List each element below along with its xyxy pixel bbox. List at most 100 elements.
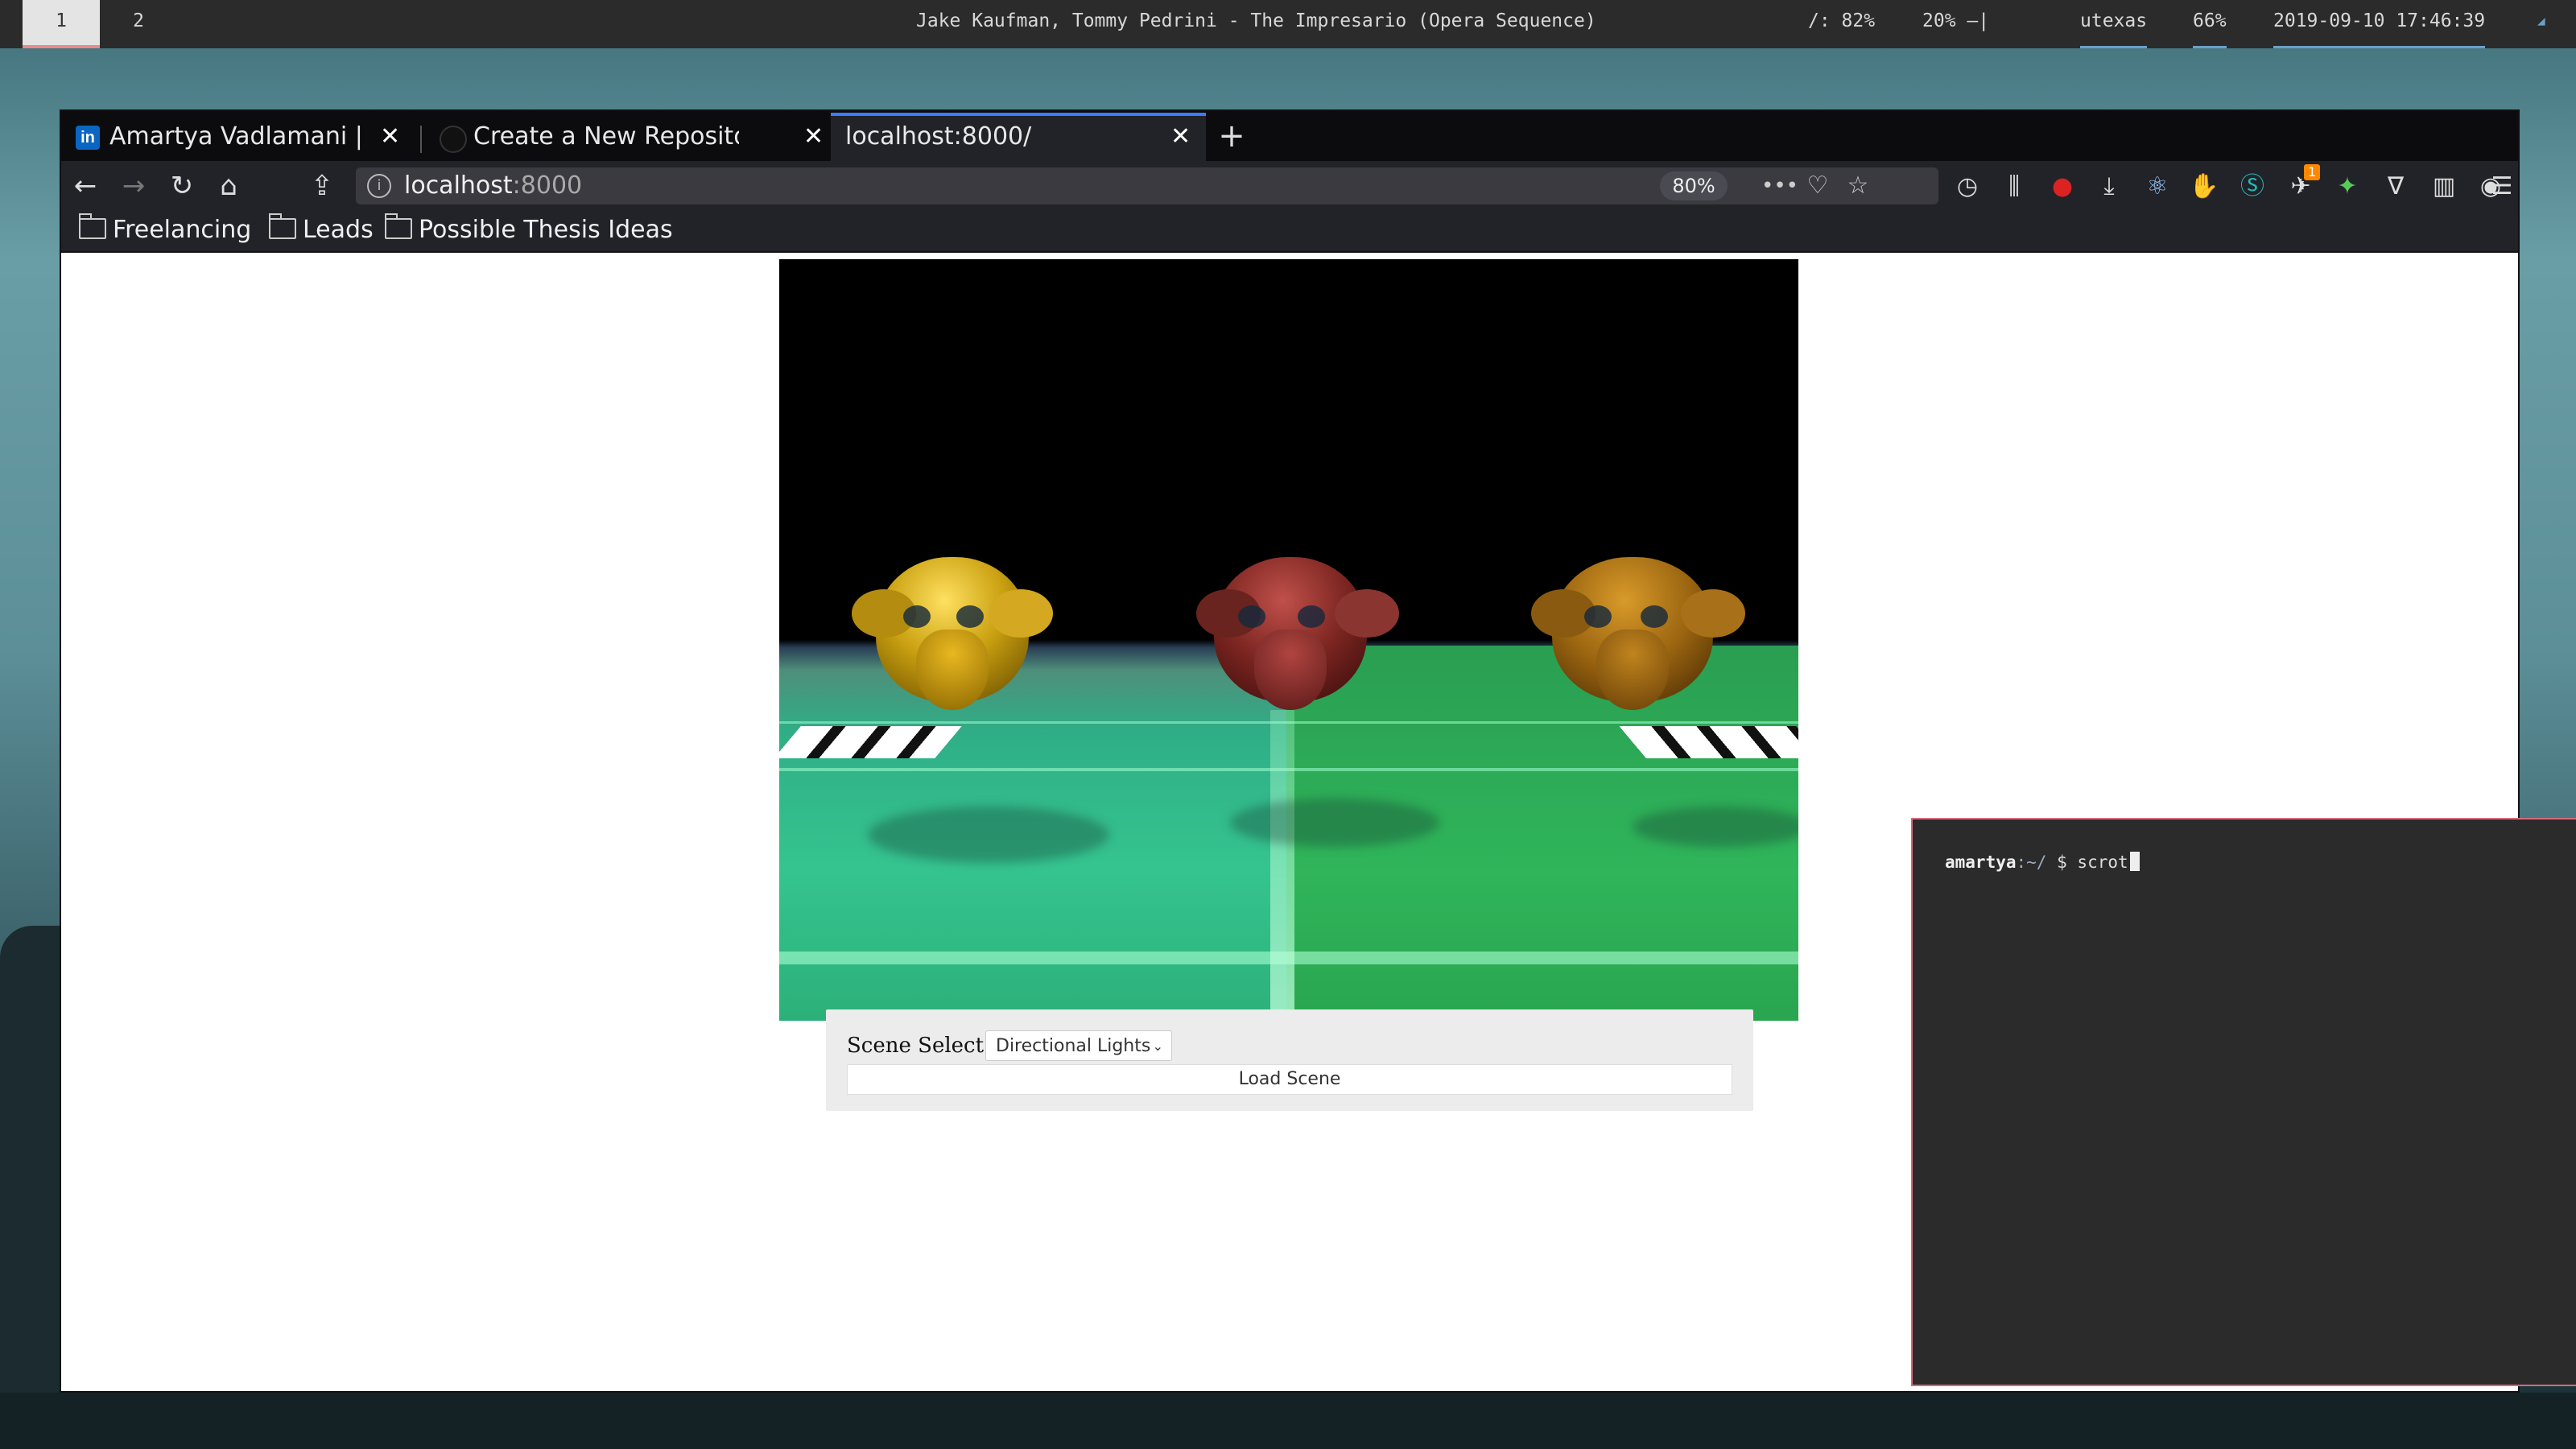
badge-ext-icon[interactable]: ✈ 1 bbox=[2283, 164, 2321, 204]
desktop-treeline bbox=[0, 1393, 2576, 1449]
gnome-icon[interactable]: ✋ bbox=[2186, 169, 2222, 204]
disk-usage: /: 82% bbox=[1808, 10, 1876, 31]
new-tab-button[interactable]: + bbox=[1212, 116, 1251, 158]
bookmark-freelancing[interactable]: Freelancing bbox=[79, 213, 252, 246]
tab-label: Amartya Vadlamani | LinkedIn bbox=[109, 122, 367, 151]
scene-select-label: Scene Select bbox=[847, 1034, 985, 1058]
extension-badge: 1 bbox=[2304, 164, 2321, 180]
monkey-shadow bbox=[1230, 799, 1439, 847]
navigation-toolbar: ← → ↻ ⌂ ⇪ i localhost:8000 80% ••• ♡ ☆ ◷… bbox=[61, 161, 2518, 211]
tab-divider bbox=[420, 126, 422, 153]
monkey-eye bbox=[1641, 605, 1668, 628]
floor-plaque bbox=[1619, 726, 1798, 758]
github-icon bbox=[440, 126, 467, 153]
battery-label: 66% bbox=[2193, 10, 2227, 31]
tab-label: localhost:8000/ bbox=[845, 122, 1032, 151]
pocket-icon[interactable]: ♡ bbox=[1802, 167, 1834, 204]
terminal-prompt-symbol: $ bbox=[2057, 852, 2067, 872]
monkey-eye bbox=[1584, 605, 1612, 628]
tab-linkedin[interactable]: in Amartya Vadlamani | LinkedIn ✕ bbox=[61, 116, 415, 161]
monkey-eye bbox=[956, 605, 984, 628]
terminal-cursor bbox=[2129, 852, 2140, 871]
folder-icon bbox=[385, 213, 412, 239]
scene-select-dropdown[interactable]: Directional Lights ⌄ bbox=[985, 1030, 1172, 1061]
monkey-eye bbox=[1298, 605, 1325, 628]
battery-status: 66% bbox=[2193, 0, 2227, 48]
bookmark-thesis-ideas[interactable]: Possible Thesis Ideas bbox=[385, 213, 673, 246]
sidebar-icon[interactable]: ⇪ bbox=[303, 167, 341, 204]
clock: 2019-09-10 17:46:39 bbox=[2273, 0, 2486, 48]
scene-select-value: Directional Lights bbox=[996, 1036, 1151, 1056]
more-icon[interactable]: ••• bbox=[1761, 167, 1798, 204]
monkey-eye bbox=[1238, 605, 1265, 628]
close-icon[interactable]: ✕ bbox=[380, 116, 400, 158]
gold-monkey-model bbox=[852, 557, 1053, 710]
menu-icon[interactable]: ☰ bbox=[2484, 169, 2520, 204]
close-icon[interactable]: ✕ bbox=[803, 116, 824, 158]
wifi-label: utexas bbox=[2080, 10, 2148, 31]
red-monkey-model bbox=[1196, 557, 1399, 710]
now-playing: Jake Kaufman, Tommy Pedrini - The Impres… bbox=[916, 10, 1596, 31]
desktop-mountain bbox=[0, 926, 64, 1449]
s-icon[interactable]: Ⓢ bbox=[2235, 169, 2270, 204]
react-icon[interactable]: ⚛ bbox=[2140, 169, 2175, 204]
load-scene-button[interactable]: Load Scene bbox=[847, 1064, 1732, 1095]
fox-icon[interactable]: ✦ bbox=[2330, 169, 2365, 204]
info-icon[interactable]: i bbox=[367, 174, 391, 198]
bookmark-label: Leads bbox=[303, 216, 374, 244]
folder-icon bbox=[269, 213, 296, 239]
floor-plaque bbox=[779, 726, 962, 758]
tray-icon[interactable]: ◢ bbox=[2537, 0, 2545, 42]
back-button[interactable]: ← bbox=[66, 167, 105, 204]
history-icon[interactable]: ◷ bbox=[1950, 169, 1985, 204]
close-icon[interactable]: ✕ bbox=[1170, 116, 1191, 158]
library-icon[interactable]: ⫼ bbox=[1996, 169, 2032, 204]
home-button[interactable]: ⌂ bbox=[209, 167, 248, 204]
bookmark-label: Freelancing bbox=[113, 216, 252, 244]
vue-icon[interactable]: ∇ bbox=[2378, 169, 2413, 204]
monkey-eye bbox=[903, 605, 931, 628]
bookmarks-bar: Freelancing Leads Possible Thesis Ideas bbox=[61, 211, 2518, 253]
clock-label: 2019-09-10 17:46:39 bbox=[2273, 10, 2486, 31]
folder-icon bbox=[79, 213, 106, 239]
grid-icon[interactable]: ▥ bbox=[2426, 169, 2462, 204]
url-text[interactable]: localhost:8000 bbox=[404, 167, 582, 204]
terminal-path: :~/ bbox=[2016, 852, 2047, 872]
bookmark-star-icon[interactable]: ☆ bbox=[1842, 167, 1874, 204]
tab-localhost[interactable]: localhost:8000/ ✕ bbox=[831, 113, 1206, 161]
monkey-shadow bbox=[868, 807, 1109, 863]
tab-label: Create a New Repository bbox=[473, 122, 739, 151]
monkey-ear bbox=[1681, 589, 1745, 638]
forward-button[interactable]: → bbox=[114, 167, 153, 204]
top-status-bar: 1 2 Jake Kaufman, Tommy Pedrini - The Im… bbox=[0, 0, 2576, 48]
terminal-user: amartya bbox=[1945, 852, 2017, 872]
webgl-canvas[interactable] bbox=[779, 259, 1798, 1021]
bookmark-leads[interactable]: Leads bbox=[269, 213, 374, 246]
url-bar[interactable]: i localhost:8000 80% ••• ♡ ☆ bbox=[356, 167, 1938, 204]
tab-github[interactable]: Create a New Repository ✕ bbox=[425, 116, 828, 161]
url-port: :8000 bbox=[512, 171, 583, 200]
chevron-down-icon: ⌄ bbox=[1152, 1038, 1163, 1054]
monkey-snout bbox=[1254, 630, 1327, 710]
workspace-1[interactable]: 1 bbox=[23, 0, 100, 48]
monkey-ear bbox=[1335, 589, 1399, 638]
terminal-window[interactable]: amartya:~/ $ scrot bbox=[1911, 818, 2576, 1386]
linkedin-icon: in bbox=[76, 126, 100, 150]
bronze-monkey-model bbox=[1531, 557, 1745, 710]
monkey-snout bbox=[916, 630, 989, 710]
monkey-snout bbox=[1596, 630, 1669, 710]
workspace-2[interactable]: 2 bbox=[100, 0, 177, 48]
volume: 20% —| bbox=[1922, 10, 1990, 31]
ublock-icon[interactable]: ● bbox=[2045, 169, 2080, 204]
zoom-indicator[interactable]: 80% bbox=[1660, 171, 1728, 200]
terminal-prompt-line: amartya:~/ $ scrot bbox=[1945, 852, 2140, 872]
monkey-shadow bbox=[1633, 807, 1798, 847]
reload-button[interactable]: ↻ bbox=[163, 167, 201, 204]
bookmark-label: Possible Thesis Ideas bbox=[419, 216, 673, 244]
download-icon[interactable]: ⤓ bbox=[2091, 169, 2127, 204]
floor-grid-line bbox=[1270, 710, 1294, 1021]
url-host: localhost bbox=[404, 171, 513, 200]
scene-control-panel: Scene Select Directional Lights ⌄ Load S… bbox=[826, 1009, 1753, 1111]
terminal-command: scrot bbox=[2077, 852, 2128, 872]
wifi-status: utexas bbox=[2080, 0, 2148, 48]
